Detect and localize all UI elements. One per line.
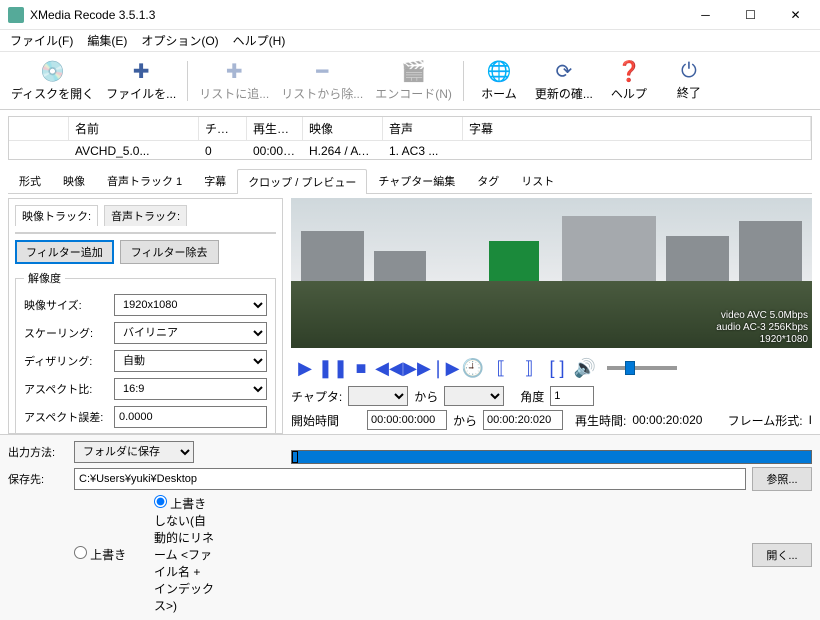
- range-start-button[interactable]: ⟦: [489, 356, 513, 380]
- range-end-button[interactable]: ⟧: [517, 356, 541, 380]
- browse-button[interactable]: 参照...: [752, 467, 812, 491]
- chapter-from-select[interactable]: [348, 386, 408, 406]
- menu-edit[interactable]: 編集(E): [81, 30, 133, 51]
- app-icon: [8, 7, 24, 23]
- col-source[interactable]: ソース: [76, 233, 146, 234]
- frame-type-value: I: [809, 413, 812, 427]
- volume-slider[interactable]: [607, 366, 677, 370]
- list-remove-icon: ━: [316, 59, 328, 84]
- col-audio[interactable]: 音声: [383, 117, 463, 140]
- step-play-button[interactable]: ❘▶: [433, 356, 457, 380]
- file-row[interactable]: AVCHD_5.0... 0 00:00:20 H.264 / AVC ... …: [9, 141, 811, 160]
- dithering-select[interactable]: 自動: [114, 350, 267, 372]
- video-size-select[interactable]: 1920x1080: [114, 294, 267, 316]
- close-button[interactable]: ✕: [773, 1, 818, 29]
- aspect-error-input[interactable]: [114, 406, 267, 428]
- menu-option[interactable]: オプション(O): [135, 30, 224, 51]
- globe-icon: 🌐: [486, 59, 511, 84]
- prev-frame-button[interactable]: ◀◀: [377, 356, 401, 380]
- remove-from-list-button: ━リストから除...: [276, 55, 368, 107]
- audio-track-tab[interactable]: 音声トラック:: [104, 205, 187, 226]
- add-to-list-button[interactable]: ✚リストに追...: [194, 55, 274, 107]
- menu-file[interactable]: ファイル(F): [4, 30, 79, 51]
- filter-add-button[interactable]: フィルター追加: [15, 240, 114, 264]
- menu-help[interactable]: ヘルプ(H): [227, 30, 292, 51]
- open-button[interactable]: 開く...: [752, 543, 812, 567]
- col-video[interactable]: 映像: [303, 117, 383, 140]
- no-overwrite-radio[interactable]: 上書きしない(自動的にリネーム <ファイル名 + インデックス>): [154, 495, 214, 614]
- output-method-select[interactable]: フォルダに保存: [74, 441, 194, 463]
- end-time-input[interactable]: [483, 410, 563, 430]
- col-runtime[interactable]: 再生時間: [247, 117, 303, 140]
- exit-button[interactable]: ⏻終了: [660, 55, 718, 107]
- video-preview[interactable]: video AVC 5.0Mbps audio AC-3 256Kbps 192…: [291, 198, 812, 348]
- disc-icon: 💿: [40, 59, 65, 84]
- start-time-input[interactable]: [367, 410, 447, 430]
- maximize-button[interactable]: ☐: [728, 1, 773, 29]
- timeline-track[interactable]: [291, 450, 812, 464]
- time-button[interactable]: 🕘: [461, 356, 485, 380]
- runtime-value: 00:00:20:020: [632, 413, 702, 427]
- encode-icon: 🎬: [401, 59, 426, 84]
- volume-button[interactable]: 🔊: [573, 356, 597, 380]
- chapter-to-select[interactable]: [444, 386, 504, 406]
- col-name[interactable]: 名前: [69, 117, 199, 140]
- tab-crop-preview[interactable]: クロップ / プレビュー: [237, 169, 367, 194]
- open-file-button[interactable]: ✚ファイルを...: [101, 55, 181, 107]
- check-update-button[interactable]: ⟳更新の確...: [530, 55, 598, 107]
- next-frame-button[interactable]: ▶▶: [405, 356, 429, 380]
- video-track-tab[interactable]: 映像トラック:: [15, 205, 98, 226]
- open-disc-button[interactable]: 💿ディスクを開く: [6, 55, 99, 107]
- track-table[interactable]: ソース ストリーム AVCHD_5.0... H.264 / AV... 1. …: [15, 232, 276, 234]
- col-stream[interactable]: ストリーム: [146, 233, 226, 234]
- list-add-icon: ✚: [226, 59, 243, 84]
- col-blank[interactable]: [9, 117, 69, 140]
- window-title: XMedia Recode 3.5.1.3: [30, 8, 683, 22]
- overwrite-radio[interactable]: 上書き: [74, 546, 134, 563]
- file-plus-icon: ✚: [133, 59, 150, 84]
- power-icon: ⏻: [681, 60, 697, 83]
- filter-remove-button[interactable]: フィルター除去: [120, 240, 219, 264]
- preview-overlay-text: video AVC 5.0Mbps audio AC-3 256Kbps 192…: [716, 310, 808, 346]
- file-list[interactable]: 名前 チャプター 再生時間 映像 音声 字幕 AVCHD_5.0... 0 00…: [8, 116, 812, 160]
- tab-subtitle[interactable]: 字幕: [193, 168, 237, 193]
- tab-format[interactable]: 形式: [8, 168, 52, 193]
- scaling-select[interactable]: バイリニア: [114, 322, 267, 344]
- play-button[interactable]: ▶: [293, 356, 317, 380]
- help-icon: ❓: [616, 59, 641, 84]
- angle-input[interactable]: [550, 386, 594, 406]
- tab-chapter-edit[interactable]: チャプター編集: [367, 168, 466, 193]
- encode-button: 🎬エンコード(N): [370, 55, 457, 107]
- col-subtitle[interactable]: 字幕: [463, 117, 811, 140]
- range-button[interactable]: [ ]: [545, 356, 569, 380]
- output-path-input[interactable]: [74, 468, 746, 490]
- tab-list[interactable]: リスト: [510, 168, 565, 193]
- tab-video[interactable]: 映像: [52, 168, 96, 193]
- help-button[interactable]: ❓ヘルプ: [600, 55, 658, 107]
- aspect-select[interactable]: 16:9: [114, 378, 267, 400]
- tab-audio1[interactable]: 音声トラック 1: [96, 168, 193, 193]
- minimize-button[interactable]: ─: [683, 1, 728, 29]
- main-tabs: 形式 映像 音声トラック 1 字幕 クロップ / プレビュー チャプター編集 タ…: [8, 168, 812, 194]
- resolution-legend: 解像度: [24, 270, 65, 286]
- home-button[interactable]: 🌐ホーム: [470, 55, 528, 107]
- tab-tag[interactable]: タグ: [466, 168, 510, 193]
- col-chapter[interactable]: チャプター: [199, 117, 247, 140]
- pause-button[interactable]: ❚❚: [321, 356, 345, 380]
- stop-button[interactable]: ■: [349, 356, 373, 380]
- refresh-icon: ⟳: [556, 59, 573, 84]
